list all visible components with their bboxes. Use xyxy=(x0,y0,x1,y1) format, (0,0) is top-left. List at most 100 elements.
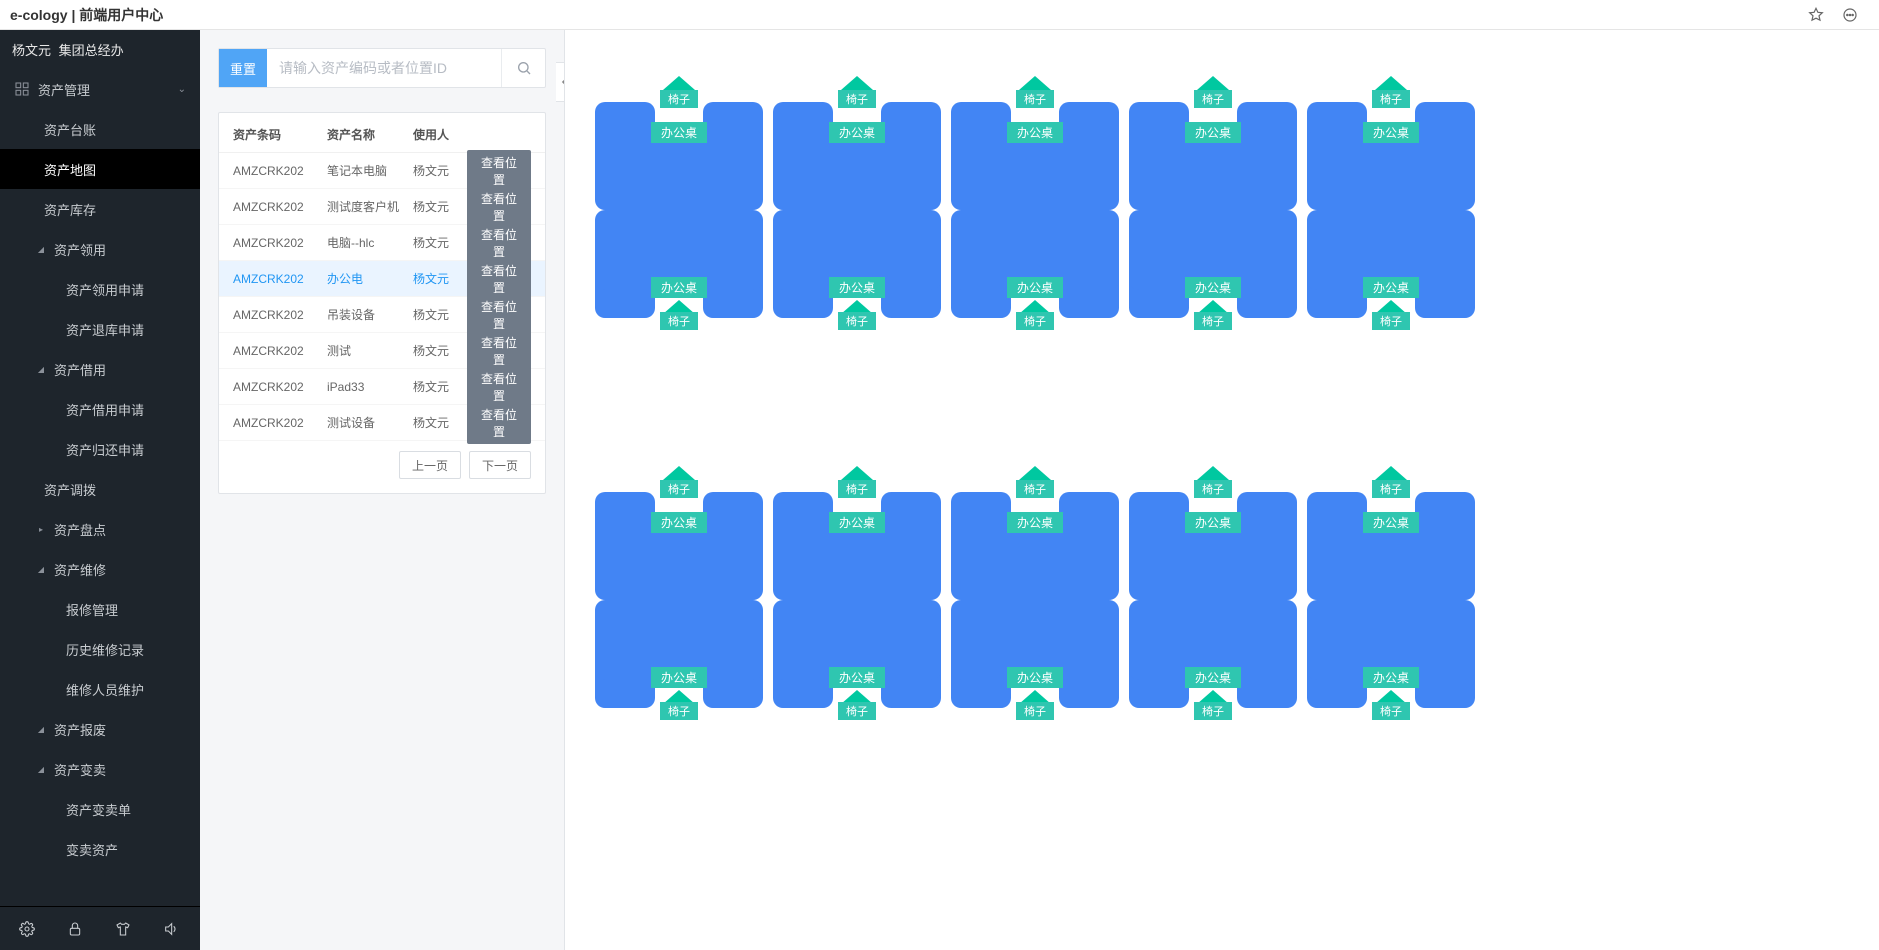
map-canvas[interactable]: 椅子办公桌椅子办公桌椅子办公桌椅子办公桌椅子办公桌椅子办公桌椅子办公桌椅子办公桌… xyxy=(564,30,1879,950)
nav-item-6[interactable]: ◢资产借用 xyxy=(0,349,200,389)
workstation[interactable]: 椅子办公桌 xyxy=(1307,600,1475,730)
cell-name: 测试 xyxy=(327,342,413,359)
nav-item-15[interactable]: ◢资产报废 xyxy=(0,709,200,749)
workstation[interactable]: 椅子办公桌 xyxy=(1129,470,1297,600)
nav-item-0[interactable]: 资产台账 xyxy=(0,109,200,149)
cell-user: 杨文元 xyxy=(413,342,467,359)
star-icon[interactable] xyxy=(1807,6,1825,24)
caret-down-icon: ◢ xyxy=(34,565,48,574)
chair-label: 椅子 xyxy=(1016,312,1054,330)
nav-item-8[interactable]: 资产归还申请 xyxy=(0,429,200,469)
workstation[interactable]: 椅子办公桌 xyxy=(595,80,763,210)
nav-item-17[interactable]: 资产变卖单 xyxy=(0,789,200,829)
nav-root-asset-mgmt[interactable]: 资产管理 ⌄ xyxy=(0,69,200,109)
workstation[interactable]: 椅子办公桌 xyxy=(951,210,1119,340)
nav-item-10[interactable]: ▸资产盘点 xyxy=(0,509,200,549)
workstation[interactable]: 椅子办公桌 xyxy=(595,600,763,730)
table-row[interactable]: AMZCRK202吊装设备杨文元查看位置 xyxy=(219,297,545,333)
nav-tree: 资产管理 ⌄ 资产台账资产地图资产库存◢资产领用资产领用申请资产退库申请◢资产借… xyxy=(0,69,200,906)
desk-label: 办公桌 xyxy=(1007,277,1063,298)
nav-item-label: 资产借用 xyxy=(54,360,106,379)
nav-item-5[interactable]: 资产退库申请 xyxy=(0,309,200,349)
nav-item-label: 资产借用申请 xyxy=(66,400,144,419)
desk-label: 办公桌 xyxy=(651,512,707,533)
workstation[interactable]: 椅子办公桌 xyxy=(595,470,763,600)
lock-icon[interactable] xyxy=(66,920,84,938)
search-icon[interactable] xyxy=(501,49,545,87)
table-header: 资产条码 资产名称 使用人 xyxy=(219,117,545,153)
table-row[interactable]: AMZCRK202测试度客户机杨文元查看位置 xyxy=(219,189,545,225)
workstation[interactable]: 椅子办公桌 xyxy=(595,210,763,340)
table-row[interactable]: AMZCRK202笔记本电脑杨文元查看位置 xyxy=(219,153,545,189)
workstation[interactable]: 椅子办公桌 xyxy=(1307,80,1475,210)
reset-button[interactable]: 重置 xyxy=(219,49,267,87)
workstation[interactable]: 椅子办公桌 xyxy=(951,80,1119,210)
nav-item-7[interactable]: 资产借用申请 xyxy=(0,389,200,429)
desk-label: 办公桌 xyxy=(1185,512,1241,533)
cell-code: AMZCRK202 xyxy=(233,344,327,358)
workstation[interactable]: 椅子办公桌 xyxy=(1129,600,1297,730)
workstation[interactable]: 椅子办公桌 xyxy=(773,80,941,210)
workstation[interactable]: 椅子办公桌 xyxy=(1307,210,1475,340)
nav-item-12[interactable]: 报修管理 xyxy=(0,589,200,629)
chair-label: 椅子 xyxy=(838,480,876,498)
nav-item-3[interactable]: ◢资产领用 xyxy=(0,229,200,269)
nav-item-9[interactable]: 资产调拨 xyxy=(0,469,200,509)
nav-item-13[interactable]: 历史维修记录 xyxy=(0,629,200,669)
gear-icon[interactable] xyxy=(18,920,36,938)
nav-item-16[interactable]: ◢资产变卖 xyxy=(0,749,200,789)
table-row[interactable]: AMZCRK202iPad33杨文元查看位置 xyxy=(219,369,545,405)
nav-item-1[interactable]: 资产地图 xyxy=(0,149,200,189)
nav-item-label: 维修人员维护 xyxy=(66,680,144,699)
workstation[interactable]: 椅子办公桌 xyxy=(951,600,1119,730)
cell-user: 杨文元 xyxy=(413,198,467,215)
cell-code: AMZCRK202 xyxy=(233,416,327,430)
nav-item-label: 资产变卖单 xyxy=(66,800,131,819)
nav-item-label: 资产领用 xyxy=(54,240,106,259)
view-location-button[interactable]: 查看位置 xyxy=(467,402,531,444)
next-page-button[interactable]: 下一页 xyxy=(469,451,531,479)
desk-label: 办公桌 xyxy=(1185,667,1241,688)
user-dept: 集团总经办 xyxy=(59,43,124,58)
desk-label: 办公桌 xyxy=(1185,122,1241,143)
header-name: 资产名称 xyxy=(327,126,413,143)
desk-label: 办公桌 xyxy=(1185,277,1241,298)
desk-label: 办公桌 xyxy=(829,667,885,688)
nav-item-2[interactable]: 资产库存 xyxy=(0,189,200,229)
nav-item-14[interactable]: 维修人员维护 xyxy=(0,669,200,709)
nav-item-label: 资产领用申请 xyxy=(66,280,144,299)
workstation[interactable]: 椅子办公桌 xyxy=(1307,470,1475,600)
sidebar: 杨文元 集团总经办 资产管理 ⌄ 资产台账资产地图资产库存◢资产领用资产领用申请… xyxy=(0,30,200,950)
cell-code: AMZCRK202 xyxy=(233,308,327,322)
table-row[interactable]: AMZCRK202办公电杨文元查看位置 xyxy=(219,261,545,297)
workstation[interactable]: 椅子办公桌 xyxy=(773,470,941,600)
table-row[interactable]: AMZCRK202测试设备杨文元查看位置 xyxy=(219,405,545,441)
cell-user: 杨文元 xyxy=(413,414,467,431)
prev-page-button[interactable]: 上一页 xyxy=(399,451,461,479)
more-icon[interactable] xyxy=(1841,6,1859,24)
workstation[interactable]: 椅子办公桌 xyxy=(1129,210,1297,340)
grid-icon xyxy=(14,81,30,97)
shirt-icon[interactable] xyxy=(114,920,132,938)
chair-label: 椅子 xyxy=(1194,702,1232,720)
cell-name: 测试度客户机 xyxy=(327,198,413,215)
search-input[interactable] xyxy=(267,49,501,87)
table-row[interactable]: AMZCRK202电脑--hlc杨文元查看位置 xyxy=(219,225,545,261)
desk-label: 办公桌 xyxy=(1363,667,1419,688)
user-info: 杨文元 集团总经办 xyxy=(0,30,200,69)
workstation[interactable]: 椅子办公桌 xyxy=(1129,80,1297,210)
window-title: e-cology | 前端用户中心 xyxy=(10,5,163,25)
nav-item-4[interactable]: 资产领用申请 xyxy=(0,269,200,309)
chair-label: 椅子 xyxy=(1194,312,1232,330)
chair-label: 椅子 xyxy=(1194,90,1232,108)
nav-item-label: 资产地图 xyxy=(44,160,96,179)
nav-item-label: 资产台账 xyxy=(44,120,96,139)
volume-icon[interactable] xyxy=(162,920,180,938)
cell-name: iPad33 xyxy=(327,380,413,394)
workstation[interactable]: 椅子办公桌 xyxy=(773,210,941,340)
table-row[interactable]: AMZCRK202测试杨文元查看位置 xyxy=(219,333,545,369)
workstation[interactable]: 椅子办公桌 xyxy=(773,600,941,730)
nav-item-11[interactable]: ◢资产维修 xyxy=(0,549,200,589)
workstation[interactable]: 椅子办公桌 xyxy=(951,470,1119,600)
nav-item-18[interactable]: 变卖资产 xyxy=(0,829,200,869)
